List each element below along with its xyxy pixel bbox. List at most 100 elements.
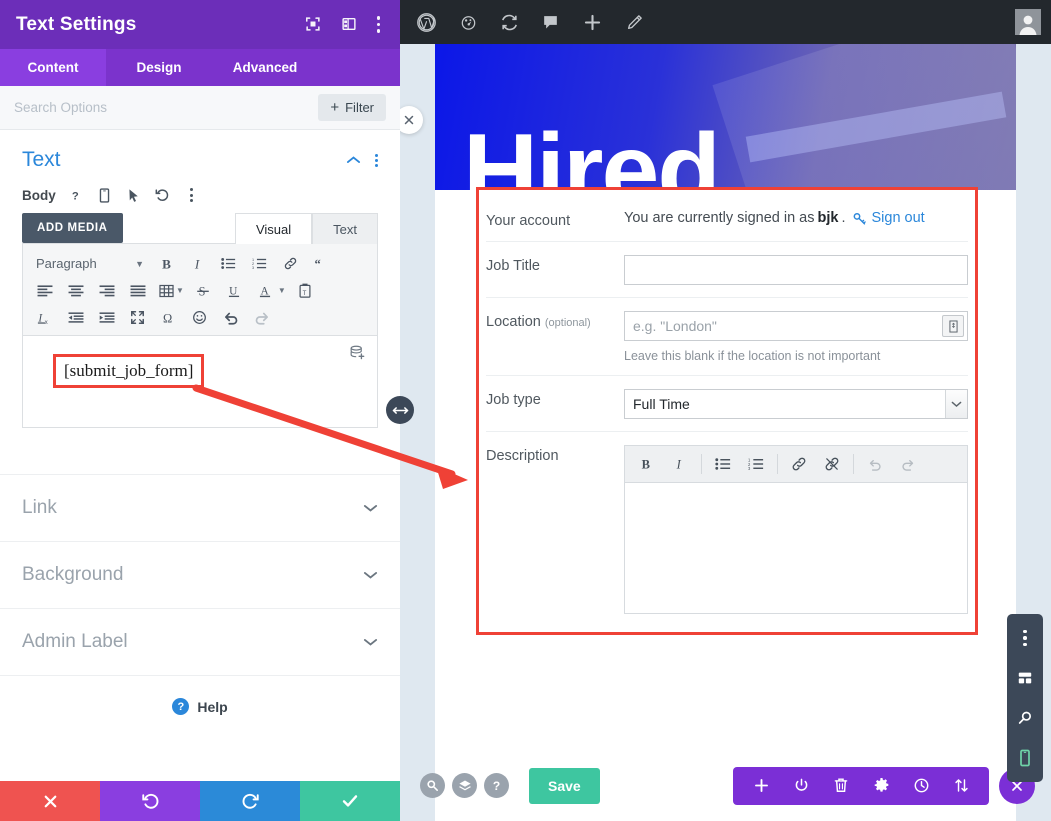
dynamic-content-icon[interactable] (349, 344, 367, 367)
link-icon[interactable] (783, 450, 815, 478)
form-row-job-type: Job type Full Time (486, 376, 968, 432)
wordpress-logo-icon[interactable] (416, 12, 437, 33)
add-icon[interactable] (741, 767, 781, 805)
job-type-select[interactable]: Full Time (624, 389, 968, 419)
outdent-icon[interactable] (61, 304, 90, 331)
more-options-icon[interactable] (377, 16, 380, 32)
tab-visual[interactable]: Visual (235, 213, 312, 244)
accordion-admin-label[interactable]: Admin Label (0, 608, 400, 675)
accordion-link[interactable]: Link (0, 474, 400, 541)
cursor-icon[interactable] (125, 186, 143, 204)
italic-icon[interactable]: I (664, 450, 696, 478)
italic-icon[interactable]: I (183, 250, 212, 277)
tab-content[interactable]: Content (0, 49, 106, 86)
undo-icon[interactable] (216, 304, 245, 331)
help-icon[interactable]: ? (67, 186, 85, 204)
add-media-button[interactable]: ADD MEDIA (22, 213, 123, 243)
history-icon[interactable] (901, 767, 941, 805)
trash-icon[interactable] (821, 767, 861, 805)
redo-icon[interactable] (892, 450, 924, 478)
bold-icon[interactable]: B (631, 450, 663, 478)
undo-icon[interactable] (859, 450, 891, 478)
clear-formatting-icon[interactable]: I x (30, 304, 59, 331)
align-right-icon[interactable] (92, 277, 121, 304)
emoji-icon[interactable] (185, 304, 214, 331)
chevron-up-icon[interactable] (346, 155, 361, 165)
help-row[interactable]: ? Help (0, 675, 400, 737)
strikethrough-icon[interactable]: S (189, 277, 218, 304)
numbered-list-icon[interactable]: 1 2 3 (740, 450, 772, 478)
sign-out-link[interactable]: Sign out (871, 210, 924, 226)
comments-icon[interactable] (541, 13, 560, 32)
numbered-list-icon[interactable]: 1 2 3 (245, 250, 274, 277)
search-bar: + Filter (0, 86, 400, 130)
panel-header: Text Settings (0, 0, 400, 49)
close-icon[interactable] (400, 106, 423, 134)
undo-button[interactable] (100, 781, 200, 821)
table-icon[interactable] (154, 277, 178, 304)
redo-button[interactable] (200, 781, 300, 821)
link-icon[interactable] (276, 250, 305, 277)
location-input[interactable] (624, 311, 968, 341)
editor-content-area[interactable]: [submit_job_form] (22, 336, 378, 428)
svg-text:I: I (193, 256, 199, 271)
save-button[interactable]: Save (529, 768, 600, 804)
filter-button[interactable]: + Filter (318, 94, 386, 121)
updates-icon[interactable] (500, 13, 519, 32)
chevron-down-icon[interactable]: ▼ (176, 286, 184, 295)
section-more-icon[interactable] (375, 154, 378, 167)
mobile-view-icon[interactable] (1007, 742, 1043, 774)
avatar[interactable] (1015, 9, 1041, 35)
divider (701, 454, 702, 474)
split-layout-icon[interactable] (341, 16, 357, 32)
save-changes-button[interactable] (300, 781, 400, 821)
more-options-icon[interactable] (1007, 622, 1043, 654)
more-icon[interactable] (183, 186, 201, 204)
reset-icon[interactable] (154, 186, 172, 204)
tab-design[interactable]: Design (106, 49, 212, 86)
align-justify-icon[interactable] (123, 277, 152, 304)
paste-as-text-icon[interactable]: T (291, 277, 320, 304)
edit-icon[interactable] (625, 13, 644, 32)
accordion-background[interactable]: Background (0, 541, 400, 608)
fullscreen-icon[interactable] (123, 304, 152, 331)
align-center-icon[interactable] (61, 277, 90, 304)
chevron-down-icon[interactable]: ▼ (278, 286, 286, 295)
redo-icon[interactable] (247, 304, 276, 331)
new-content-icon[interactable] (582, 12, 603, 33)
job-title-input[interactable] (624, 255, 968, 285)
location-label-text: Location (486, 314, 541, 330)
text-color-icon[interactable]: A (251, 277, 280, 304)
expand-icon[interactable] (305, 16, 321, 32)
special-character-icon[interactable]: Ω (154, 304, 183, 331)
mobile-icon[interactable] (96, 186, 114, 204)
unlink-icon[interactable] (816, 450, 848, 478)
power-icon[interactable] (781, 767, 821, 805)
cancel-button[interactable] (0, 781, 100, 821)
align-left-icon[interactable] (30, 277, 59, 304)
wireframe-icon[interactable] (1007, 662, 1043, 694)
search-icon[interactable] (1007, 702, 1043, 734)
description-editor[interactable] (624, 482, 968, 614)
format-select[interactable]: Paragraph ▼ (30, 250, 150, 277)
layers-icon[interactable] (452, 773, 477, 798)
dashboard-icon[interactable] (459, 13, 478, 32)
bullet-list-icon[interactable] (214, 250, 243, 277)
blockquote-icon[interactable]: “ (307, 250, 336, 277)
panel-resize-handle[interactable] (386, 396, 414, 424)
tab-text[interactable]: Text (312, 213, 378, 244)
geolocate-button[interactable] (942, 315, 964, 337)
zoom-icon[interactable] (420, 773, 445, 798)
tab-advanced[interactable]: Advanced (212, 49, 318, 86)
search-input[interactable] (14, 100, 318, 115)
panel-body: Text Body ? (0, 130, 400, 781)
settings-icon[interactable] (861, 767, 901, 805)
text-section-header[interactable]: Text (0, 130, 400, 182)
bold-icon[interactable]: B (152, 250, 181, 277)
underline-icon[interactable]: U (220, 277, 249, 304)
key-icon (852, 211, 867, 226)
bullet-list-icon[interactable] (707, 450, 739, 478)
sort-icon[interactable] (941, 767, 981, 805)
help-icon[interactable]: ? (484, 773, 509, 798)
indent-icon[interactable] (92, 304, 121, 331)
